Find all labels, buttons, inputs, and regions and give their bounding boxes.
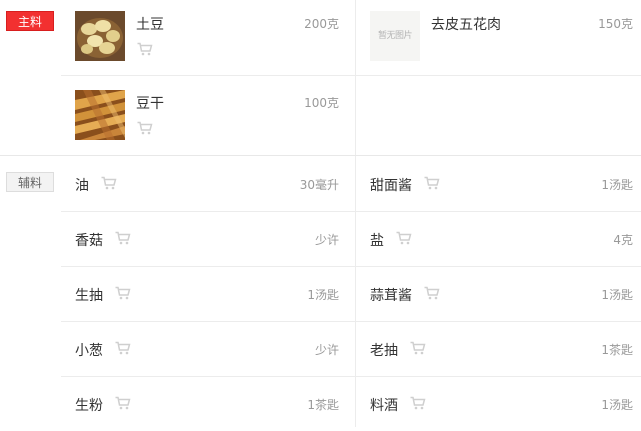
ingredient-name[interactable]: 甜面酱 xyxy=(370,175,412,195)
ingredient-name[interactable]: 豆干 xyxy=(136,93,164,113)
auxiliary-ingredients-section: 辅料 油 30毫升 甜面酱 1汤匙 香菇 少许 盐 4克 生抽 1汤匙 蒜茸酱 … xyxy=(0,155,641,427)
list-item[interactable]: 盐 4克 xyxy=(356,211,641,266)
list-item[interactable]: 料酒 1汤匙 xyxy=(356,376,641,431)
shopping-cart-icon[interactable] xyxy=(396,231,412,245)
shopping-cart-icon[interactable] xyxy=(115,341,131,355)
shopping-cart-icon[interactable] xyxy=(137,42,153,56)
divider xyxy=(355,0,356,155)
divider xyxy=(61,376,641,377)
main-ingredients-tag: 主料 xyxy=(6,11,54,31)
ingredient-quantity: 200克 xyxy=(304,17,339,31)
ingredient-name[interactable]: 盐 xyxy=(370,230,384,250)
ingredient-quantity: 1汤匙 xyxy=(307,288,339,302)
list-item[interactable]: 生抽 1汤匙 xyxy=(61,266,355,321)
ingredient-name[interactable]: 生粉 xyxy=(75,395,103,415)
ingredient-quantity: 1汤匙 xyxy=(601,288,633,302)
ingredient-name[interactable]: 小葱 xyxy=(75,340,103,360)
ingredient-name[interactable]: 去皮五花肉 xyxy=(431,14,501,34)
divider xyxy=(61,321,641,322)
list-item[interactable]: 甜面酱 1汤匙 xyxy=(356,156,641,211)
ingredient-name[interactable]: 土豆 xyxy=(136,14,164,34)
list-item[interactable]: 小葱 少许 xyxy=(61,321,355,376)
dried-tofu-image[interactable] xyxy=(75,90,125,140)
divider xyxy=(61,266,641,267)
potato-image[interactable] xyxy=(75,11,125,61)
list-item[interactable]: 香菇 少许 xyxy=(61,211,355,266)
main-ingredients-section: 主料 土豆 200克 暂无图片 去皮五花肉 150克 豆干 100克 xyxy=(0,0,641,155)
ingredient-name[interactable]: 油 xyxy=(75,175,89,195)
list-item[interactable]: 油 30毫升 xyxy=(61,156,355,211)
divider xyxy=(355,156,356,427)
shopping-cart-icon[interactable] xyxy=(101,176,117,190)
ingredient-name[interactable]: 料酒 xyxy=(370,395,398,415)
no-image-placeholder[interactable]: 暂无图片 xyxy=(370,11,420,61)
ingredient-quantity: 1茶匙 xyxy=(307,398,339,412)
ingredient-quantity: 1汤匙 xyxy=(601,178,633,192)
shopping-cart-icon[interactable] xyxy=(115,286,131,300)
ingredient-item[interactable]: 豆干 100克 xyxy=(61,79,355,154)
list-item[interactable]: 蒜茸酱 1汤匙 xyxy=(356,266,641,321)
ingredient-quantity: 1茶匙 xyxy=(601,343,633,357)
ingredient-quantity: 少许 xyxy=(314,233,339,247)
ingredient-quantity: 100克 xyxy=(304,96,339,110)
shopping-cart-icon[interactable] xyxy=(410,341,426,355)
divider xyxy=(61,211,641,212)
shopping-cart-icon[interactable] xyxy=(137,121,153,135)
list-item[interactable]: 老抽 1茶匙 xyxy=(356,321,641,376)
shopping-cart-icon[interactable] xyxy=(410,396,426,410)
ingredient-name[interactable]: 生抽 xyxy=(75,285,103,305)
shopping-cart-icon[interactable] xyxy=(115,231,131,245)
ingredient-quantity: 少许 xyxy=(314,343,339,357)
ingredient-item[interactable]: 土豆 200克 xyxy=(61,0,355,75)
ingredient-name[interactable]: 蒜茸酱 xyxy=(370,285,412,305)
ingredient-quantity: 1汤匙 xyxy=(601,398,633,412)
ingredient-name[interactable]: 香菇 xyxy=(75,230,103,250)
ingredient-item[interactable]: 暂无图片 去皮五花肉 150克 xyxy=(356,0,641,75)
auxiliary-ingredients-tag: 辅料 xyxy=(6,172,54,192)
shopping-cart-icon[interactable] xyxy=(424,176,440,190)
ingredient-quantity: 4克 xyxy=(613,233,633,247)
ingredient-name[interactable]: 老抽 xyxy=(370,340,398,360)
ingredient-quantity: 30毫升 xyxy=(299,178,339,192)
shopping-cart-icon[interactable] xyxy=(115,396,131,410)
divider xyxy=(61,75,641,76)
ingredient-quantity: 150克 xyxy=(598,17,633,31)
shopping-cart-icon[interactable] xyxy=(424,286,440,300)
list-item[interactable]: 生粉 1茶匙 xyxy=(61,376,355,431)
